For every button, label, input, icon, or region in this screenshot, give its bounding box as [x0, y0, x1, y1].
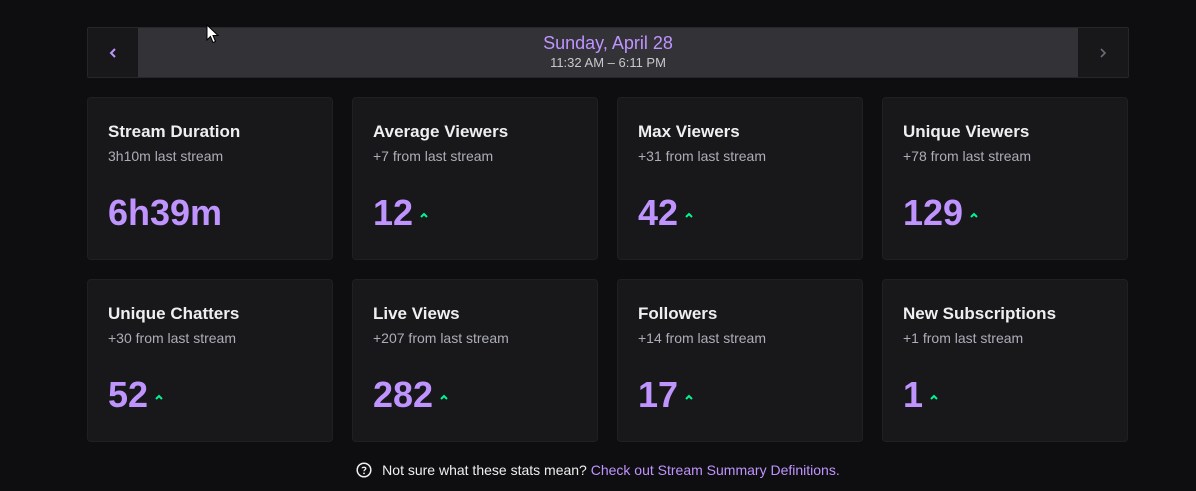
stat-title: Unique Viewers	[903, 122, 1030, 141]
stat-title: Unique Chatters	[108, 304, 240, 323]
chevron-left-icon	[109, 47, 116, 58]
stat-card-unique-chatters: Unique Chatters +30 from last stream 52	[87, 279, 333, 442]
stat-title: Average Viewers	[373, 122, 509, 141]
stat-title: New Subscriptions	[903, 304, 1057, 323]
stat-value: 282	[373, 374, 434, 415]
next-stream-button[interactable]	[1078, 28, 1128, 77]
stat-value: 1	[903, 374, 924, 415]
help-text: Not sure what these stats mean?	[382, 462, 587, 478]
trend-up-icon	[970, 212, 978, 218]
stat-comparison: +7 from last stream	[373, 148, 494, 164]
trend-up-icon	[440, 394, 448, 400]
stat-value: 42	[638, 192, 679, 233]
stat-comparison: +78 from last stream	[903, 148, 1031, 164]
stat-card-unique-viewers: Unique Viewers +78 from last stream 129	[882, 97, 1128, 260]
stat-title: Max Viewers	[638, 122, 740, 141]
date-navigator: Sunday, April 28 11:32 AM – 6:11 PM	[87, 27, 1129, 78]
stat-card-new-subscriptions: New Subscriptions +1 from last stream 1	[882, 279, 1128, 442]
stat-card-average-viewers: Average Viewers +7 from last stream 12	[352, 97, 598, 260]
stat-title: Live Views	[373, 304, 460, 323]
stream-summary-definitions-link[interactable]: Check out Stream Summary Definitions.	[591, 462, 840, 478]
trend-up-icon	[155, 394, 163, 400]
stat-comparison: 3h10m last stream	[108, 148, 224, 164]
mouse-cursor-icon	[206, 24, 220, 44]
stat-comparison: +207 from last stream	[373, 330, 509, 346]
stat-title: Followers	[638, 304, 718, 323]
stat-value: 52	[108, 374, 149, 415]
trend-up-icon	[420, 212, 428, 218]
stat-value: 17	[638, 374, 679, 415]
stat-value: 12	[373, 192, 414, 233]
trend-up-icon	[685, 394, 693, 400]
stream-summary-page: Sunday, April 28 11:32 AM – 6:11 PM Stre…	[0, 0, 1196, 491]
stat-card-max-viewers: Max Viewers +31 from last stream 42	[617, 97, 863, 260]
date-display: Sunday, April 28 11:32 AM – 6:11 PM	[138, 28, 1078, 77]
stat-title: Stream Duration	[108, 122, 241, 141]
stat-card-followers: Followers +14 from last stream 17	[617, 279, 863, 442]
stat-comparison: +31 from last stream	[638, 148, 766, 164]
stat-comparison: +30 from last stream	[108, 330, 236, 346]
trend-up-icon	[930, 394, 938, 400]
stream-date: Sunday, April 28	[543, 33, 673, 53]
trend-up-icon	[685, 212, 693, 218]
stream-time-range: 11:32 AM – 6:11 PM	[550, 55, 666, 70]
stat-comparison: +14 from last stream	[638, 330, 766, 346]
stat-value: 129	[903, 192, 964, 233]
stat-value: 6h39m	[108, 192, 223, 233]
help-circle-icon	[356, 462, 372, 478]
stat-comparison: +1 from last stream	[903, 330, 1024, 346]
previous-stream-button[interactable]	[88, 28, 138, 77]
chevron-right-icon	[1100, 47, 1107, 58]
stat-card-stream-duration: Stream Duration 3h10m last stream 6h39m	[87, 97, 333, 260]
stat-card-live-views: Live Views +207 from last stream 282	[352, 279, 598, 442]
stats-help-footer: Not sure what these stats mean? Check ou…	[0, 462, 1196, 478]
